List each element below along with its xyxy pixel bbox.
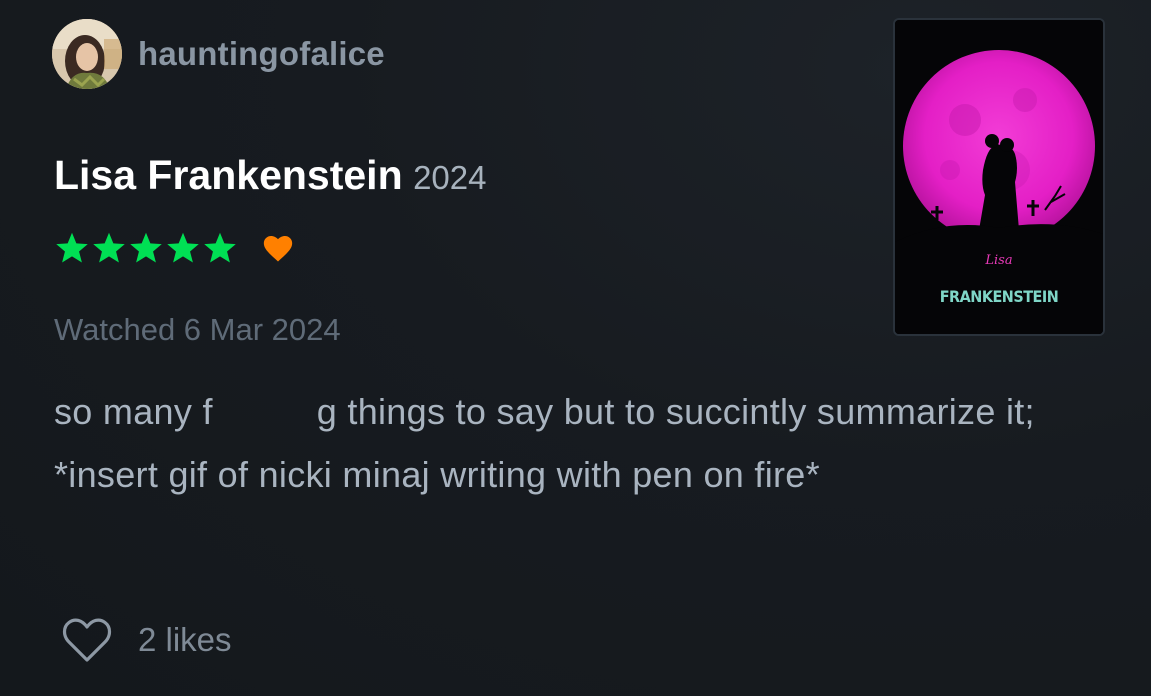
likes-count[interactable]: 2 likes [138, 621, 232, 659]
poster-title-text: FRANKENSTEIN [940, 287, 1059, 306]
star-icon [56, 232, 88, 263]
avatar[interactable] [52, 19, 122, 89]
film-title[interactable]: Lisa Frankenstein [54, 152, 403, 198]
avatar-image [52, 19, 122, 89]
star-icon [167, 232, 199, 263]
redacted-text [213, 423, 317, 424]
poster-script-text: Lisa [984, 253, 1012, 268]
heart-outline-icon[interactable] [60, 615, 114, 665]
likes[interactable]: 2 likes [60, 612, 232, 668]
watched-date: Watched 6 Mar 2024 [54, 312, 341, 347]
film-poster[interactable]: Lisa FRANKENSTEIN [893, 18, 1105, 336]
review-text-part1: so many f [54, 391, 213, 432]
liked-heart-icon [263, 235, 293, 262]
film-year[interactable]: 2024 [413, 159, 486, 196]
film-heading: Lisa Frankenstein 2024 [54, 152, 487, 199]
star-icon [204, 232, 236, 263]
poster-image: Lisa FRANKENSTEIN [895, 20, 1103, 334]
rating [54, 226, 295, 270]
star-icon [93, 232, 125, 263]
username[interactable]: hauntingofalice [138, 35, 385, 73]
review-body: so many fg things to say but to succintl… [54, 380, 1094, 506]
review-card: hauntingofalice Lisa Frankenstein 2024 W… [0, 0, 1151, 696]
star-icon [130, 232, 162, 263]
review-author[interactable]: hauntingofalice [52, 18, 385, 90]
